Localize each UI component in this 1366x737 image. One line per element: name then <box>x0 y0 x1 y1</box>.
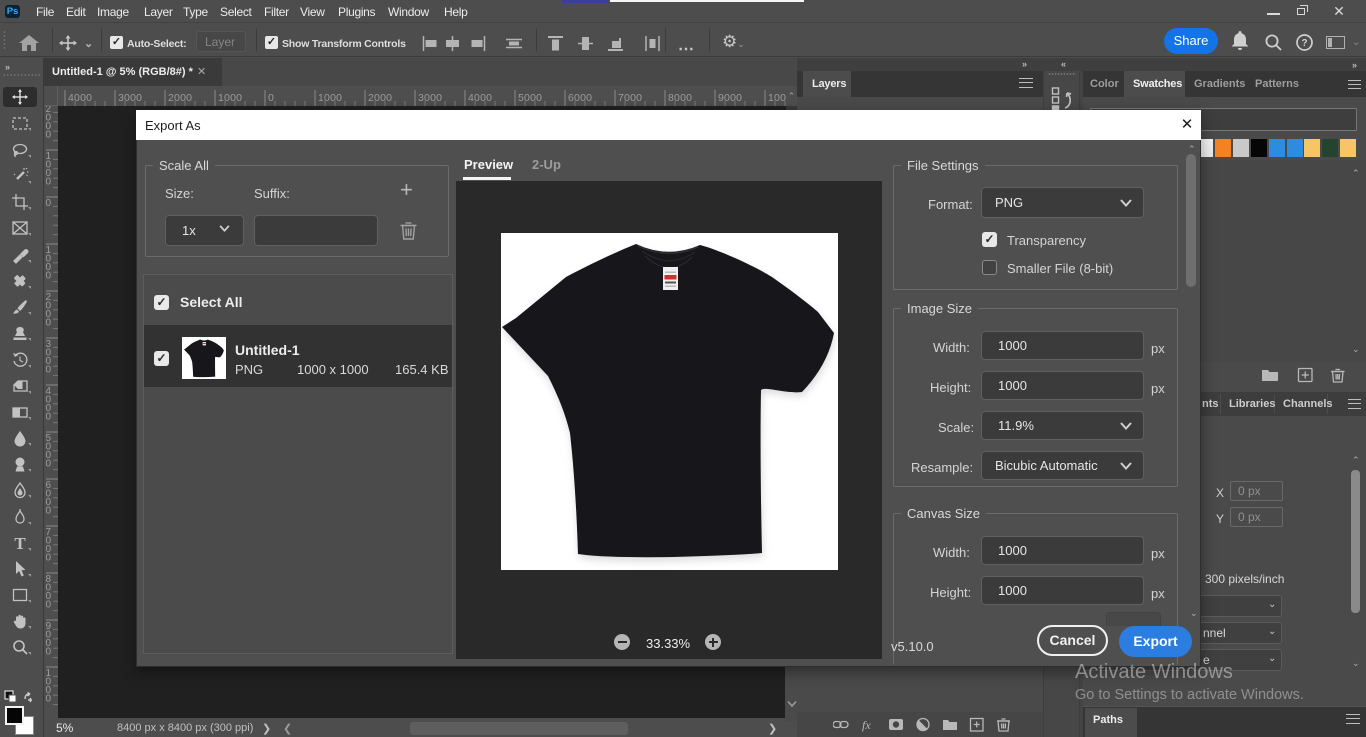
svg-text:3000: 3000 <box>418 92 442 104</box>
svg-text:0: 0 <box>46 271 52 282</box>
svg-text:5000: 5000 <box>518 92 542 104</box>
svg-text:3000: 3000 <box>118 92 142 104</box>
svg-text:0: 0 <box>268 92 274 104</box>
svg-text:0: 0 <box>46 506 52 517</box>
svg-text:0: 0 <box>46 600 52 611</box>
svg-text:0: 0 <box>46 694 52 705</box>
svg-text:6000: 6000 <box>568 92 592 104</box>
svg-text:8000: 8000 <box>668 92 692 104</box>
svg-text:2000: 2000 <box>368 92 392 104</box>
svg-text:T: T <box>14 534 26 553</box>
svg-text:0: 0 <box>46 459 52 470</box>
svg-text:0: 0 <box>46 412 52 423</box>
svg-text:0: 0 <box>46 177 52 188</box>
svg-text:?: ? <box>1301 38 1307 49</box>
svg-text:0: 0 <box>46 130 52 141</box>
svg-text:0: 0 <box>46 647 52 658</box>
svg-text:7000: 7000 <box>618 92 642 104</box>
svg-text:1000: 1000 <box>218 92 242 104</box>
svg-text:4000: 4000 <box>68 92 92 104</box>
svg-text:0: 0 <box>46 365 52 376</box>
svg-text:0: 0 <box>46 553 52 564</box>
svg-text:0: 0 <box>46 198 52 209</box>
svg-text:4000: 4000 <box>468 92 492 104</box>
svg-text:1000: 1000 <box>318 92 342 104</box>
svg-text:1000: 1000 <box>768 92 786 104</box>
svg-text:2000: 2000 <box>168 92 192 104</box>
svg-text:fx: fx <box>862 718 871 732</box>
svg-text:9000: 9000 <box>718 92 742 104</box>
svg-text:0: 0 <box>46 318 52 329</box>
